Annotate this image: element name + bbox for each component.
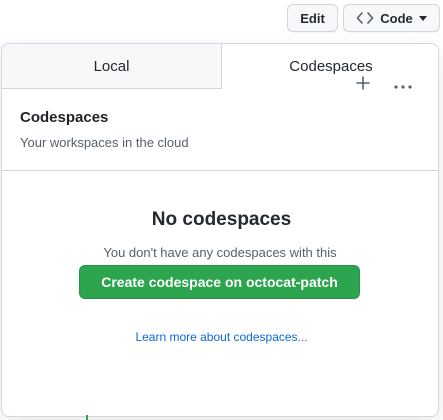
learn-more-link[interactable]: Learn more about codespaces... bbox=[0, 330, 443, 344]
page-edge-fragment bbox=[86, 415, 88, 420]
tab-local[interactable]: Local bbox=[2, 44, 222, 89]
edit-button[interactable]: Edit bbox=[287, 4, 338, 32]
edit-button-label: Edit bbox=[300, 10, 325, 26]
repo-toolbar: Edit Code bbox=[0, 0, 443, 40]
code-dropdown-button[interactable]: Code bbox=[343, 4, 440, 32]
codespaces-header: Codespaces Your workspaces in the cloud bbox=[2, 89, 438, 171]
caret-down-icon bbox=[418, 15, 427, 21]
new-codespace-button[interactable] bbox=[349, 71, 377, 99]
plus-icon bbox=[356, 75, 370, 95]
learn-more-link-label: Learn more about codespaces... bbox=[135, 330, 308, 344]
code-brackets-icon bbox=[356, 11, 374, 25]
create-codespace-button-label: Create codespace on octocat-patch bbox=[101, 274, 338, 290]
code-button-label: Code bbox=[380, 10, 413, 26]
codespaces-title: Codespaces bbox=[20, 109, 109, 126]
create-codespace-button[interactable]: Create codespace on octocat-patch bbox=[79, 265, 360, 299]
codespaces-subtitle: Your workspaces in the cloud bbox=[20, 135, 189, 150]
empty-state-title: No codespaces bbox=[151, 209, 292, 230]
tab-local-label: Local bbox=[93, 57, 130, 75]
codespaces-more-button[interactable] bbox=[389, 71, 417, 99]
kebab-horizontal-icon bbox=[394, 76, 412, 94]
